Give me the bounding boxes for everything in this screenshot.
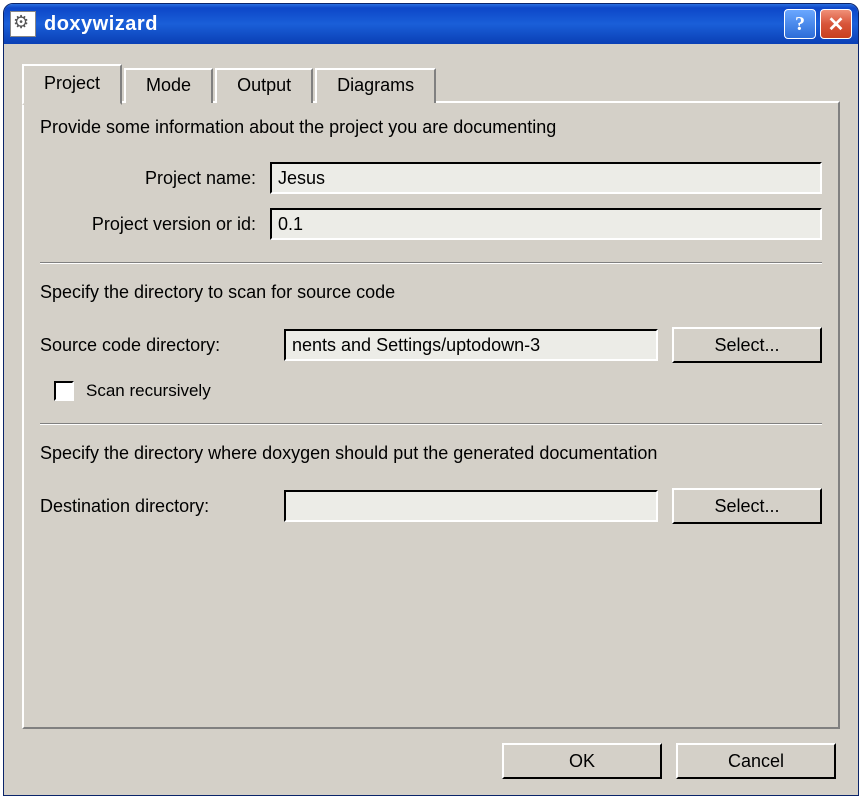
- row-project-version: Project version or id:: [40, 208, 822, 240]
- row-source-dir: Source code directory: Select...: [40, 327, 822, 363]
- button-select-source[interactable]: Select...: [672, 327, 822, 363]
- row-scan-recursive: Scan recursively: [54, 381, 822, 401]
- row-dest-dir: Destination directory: Select...: [40, 488, 822, 524]
- section3-description: Specify the directory where doxygen shou…: [40, 443, 822, 464]
- app-icon: [10, 11, 36, 37]
- tab-mode[interactable]: Mode: [124, 68, 213, 103]
- cancel-button[interactable]: Cancel: [676, 743, 836, 779]
- window-title: doxywizard: [44, 13, 784, 36]
- ok-button[interactable]: OK: [502, 743, 662, 779]
- tab-output[interactable]: Output: [215, 68, 313, 103]
- close-icon: ✕: [828, 12, 845, 37]
- gear-icon: [15, 16, 31, 32]
- section1-description: Provide some information about the proje…: [40, 117, 822, 138]
- checkbox-scan-recursive[interactable]: [54, 381, 74, 401]
- input-project-version[interactable]: [270, 208, 822, 240]
- panel-project: Provide some information about the proje…: [22, 101, 840, 729]
- tab-project[interactable]: Project: [22, 64, 122, 105]
- titlebar: doxywizard ? ✕: [4, 4, 858, 44]
- client-area: Project Mode Output Diagrams Provide som…: [4, 44, 858, 795]
- button-select-dest[interactable]: Select...: [672, 488, 822, 524]
- label-dest-dir: Destination directory:: [40, 496, 270, 517]
- input-dest-dir[interactable]: [284, 490, 658, 522]
- input-project-name[interactable]: [270, 162, 822, 194]
- label-project-version: Project version or id:: [40, 214, 270, 235]
- section2-description: Specify the directory to scan for source…: [40, 282, 822, 303]
- divider-2: [40, 423, 822, 425]
- button-bar: OK Cancel: [22, 743, 840, 779]
- tabstrip: Project Mode Output Diagrams: [22, 64, 840, 103]
- tab-diagrams[interactable]: Diagrams: [315, 68, 436, 103]
- label-project-name: Project name:: [40, 168, 270, 189]
- divider-1: [40, 262, 822, 264]
- help-button[interactable]: ?: [784, 9, 816, 39]
- input-source-dir[interactable]: [284, 329, 658, 361]
- close-button[interactable]: ✕: [820, 9, 852, 39]
- label-source-dir: Source code directory:: [40, 335, 270, 356]
- label-scan-recursive: Scan recursively: [86, 381, 211, 401]
- row-project-name: Project name:: [40, 162, 822, 194]
- window: doxywizard ? ✕ Project Mode Output Diagr…: [3, 3, 859, 796]
- titlebar-buttons: ? ✕: [784, 9, 852, 39]
